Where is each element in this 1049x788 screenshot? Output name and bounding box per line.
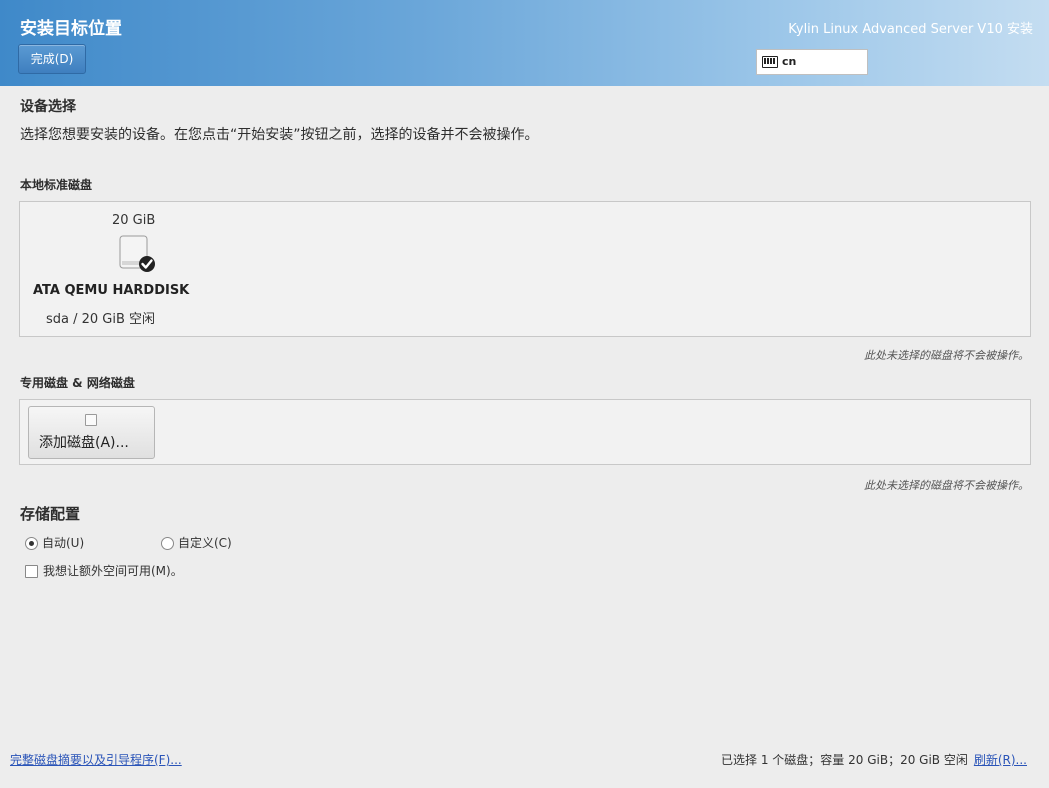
page-title: 安装目标位置	[20, 19, 122, 39]
radio-automatic-label: 自动(U)	[42, 536, 85, 550]
refresh-link[interactable]: 刷新(R)...	[974, 753, 1027, 767]
device-selection-title: 设备选择	[20, 99, 76, 115]
keyboard-layout-indicator[interactable]: cn	[756, 49, 868, 75]
local-disks-title: 本地标准磁盘	[20, 178, 93, 192]
disk-name: ATA QEMU HARDDISK	[33, 283, 190, 298]
special-disks-title: 专用磁盘 & 网络磁盘	[20, 376, 135, 390]
radio-custom-indicator	[161, 537, 174, 550]
keyboard-icon	[762, 56, 778, 68]
harddisk-selected-icon	[119, 235, 155, 272]
extra-space-checkbox[interactable]: 我想让额外空间可用(M)。	[25, 562, 183, 579]
disk-selection-summary: 已选择 1 个磁盘；容量 20 GiB；20 GiB 空闲	[721, 753, 968, 767]
footer-status: 已选择 1 个磁盘；容量 20 GiB；20 GiB 空闲 刷新(R)...	[721, 751, 1027, 768]
add-disk-label: 添加磁盘(A)...	[39, 435, 129, 451]
product-name: Kylin Linux Advanced Server V10 安装	[788, 22, 1033, 37]
done-button[interactable]: 完成(D)	[18, 44, 86, 74]
radio-custom-label: 自定义(C)	[178, 536, 232, 550]
full-disk-summary-link[interactable]: 完整磁盘摘要以及引导程序(F)...	[10, 751, 182, 768]
special-disks-note: 此处未选择的磁盘将不会被操作。	[864, 479, 1029, 492]
radio-automatic[interactable]: 自动(U)	[25, 534, 84, 551]
extra-space-label: 我想让额外空间可用(M)。	[43, 564, 183, 578]
add-disk-button[interactable]: 添加磁盘(A)...	[28, 406, 155, 459]
header-bar: 安装目标位置 完成(D) Kylin Linux Advanced Server…	[0, 0, 1049, 86]
device-selection-description: 选择您想要安装的设备。在您点击“开始安装”按钮之前，选择的设备并不会被操作。	[20, 127, 539, 143]
keyboard-layout-label: cn	[782, 55, 797, 68]
storage-config-title: 存储配置	[20, 505, 81, 523]
disk-add-icon	[85, 414, 97, 426]
radio-custom[interactable]: 自定义(C)	[161, 534, 232, 551]
local-disks-panel: 20 GiB ATA QEMU HARDDISK sda / 20 GiB 空闲	[19, 201, 1031, 337]
radio-automatic-indicator	[25, 537, 38, 550]
disk-detail: sda / 20 GiB 空闲	[46, 312, 156, 327]
local-disks-note: 此处未选择的磁盘将不会被操作。	[864, 349, 1029, 362]
extra-space-checkbox-box	[25, 565, 38, 578]
special-disks-panel: 添加磁盘(A)...	[19, 399, 1031, 465]
disk-size: 20 GiB	[112, 213, 156, 228]
